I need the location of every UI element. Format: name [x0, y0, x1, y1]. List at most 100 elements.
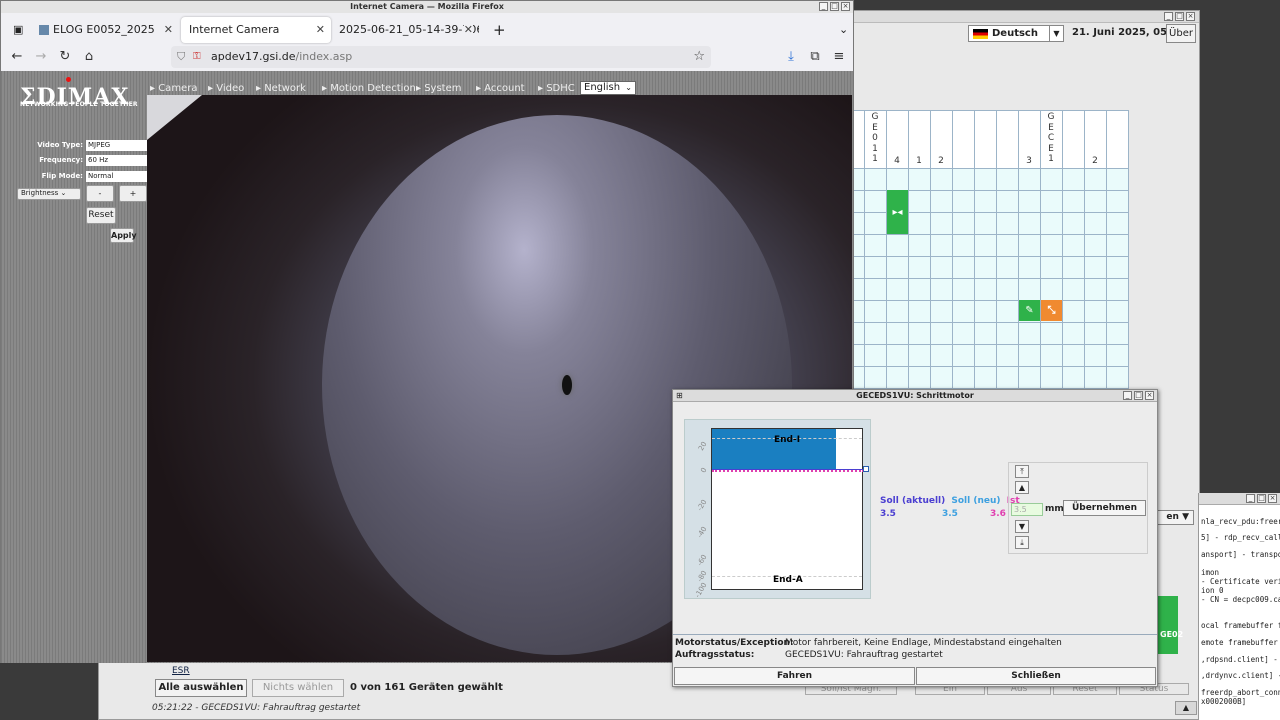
menu-sdhc[interactable]: ▸ SDHC: [538, 83, 575, 94]
dialog-menu-icon[interactable]: ⊞: [676, 391, 683, 400]
grid-column-header: 2: [938, 156, 944, 166]
green-device-panel[interactable]: GE02: [1158, 596, 1183, 654]
bookmark-star-icon[interactable]: ☆: [693, 46, 705, 68]
increase-button[interactable]: +: [119, 185, 147, 202]
grid-column-line: [974, 110, 975, 392]
soll-aktuell-label: Soll (aktuell): [880, 496, 946, 506]
flip-mode-select[interactable]: Normal: [86, 171, 148, 182]
device-status-green-icon[interactable]: ▸◂: [887, 190, 908, 234]
grid-row-line: [853, 344, 1129, 345]
maximize-icon[interactable]: □: [1134, 391, 1143, 400]
menu-account[interactable]: ▸ Account: [476, 83, 525, 94]
move-to-top-icon[interactable]: ⤒: [1015, 465, 1029, 478]
apply-button[interactable]: Apply: [110, 228, 137, 243]
scroll-up-icon[interactable]: ▲: [1175, 701, 1197, 715]
chevron-down-icon: ⌄: [625, 83, 632, 92]
extensions-icon[interactable]: ⧉: [807, 49, 823, 64]
grid-column-header: GECE1: [1047, 112, 1055, 164]
grid-column-header: 3: [1026, 156, 1032, 166]
close-icon[interactable]: ×: [1145, 391, 1154, 400]
url-bar[interactable]: ⛉ ⚿ apdev17.gsi.de/index.asp ☆: [171, 46, 711, 68]
decrease-button[interactable]: -: [86, 185, 114, 202]
about-button[interactable]: Über: [1166, 24, 1196, 43]
new-tab-icon[interactable]: +: [485, 17, 506, 43]
chevron-down-icon[interactable]: ▼: [1049, 26, 1063, 41]
terminal-line: - CN = decpc009.camp: [1201, 595, 1280, 604]
shield-icon[interactable]: ⛉: [177, 46, 185, 68]
actual-line: [712, 469, 864, 470]
close-icon[interactable]: ×: [1268, 494, 1277, 503]
language-select[interactable]: Deutsch ▼: [968, 25, 1064, 42]
video-type-select[interactable]: MJPEG: [86, 140, 148, 151]
move-to-bottom-icon[interactable]: ⤓: [1015, 536, 1029, 549]
device-edit-orange-icon[interactable]: ⤡: [1041, 300, 1062, 321]
close-button[interactable]: Schließen: [916, 667, 1156, 685]
grid-row-line: [853, 234, 1129, 235]
downloads-icon[interactable]: ⤓: [783, 49, 799, 64]
tab-elog[interactable]: ELOG E0052_2025 ✕: [31, 17, 179, 43]
menu-network[interactable]: ▸ Network: [256, 83, 306, 94]
home-icon[interactable]: ⌂: [81, 49, 97, 64]
forward-icon[interactable]: →: [33, 49, 49, 64]
reset-button[interactable]: Reset: [86, 207, 116, 224]
grid-column-line: [952, 110, 953, 392]
step-down-icon[interactable]: ▼: [1015, 520, 1029, 533]
minimize-icon[interactable]: _: [819, 2, 828, 11]
grid-column-header: 2: [1092, 156, 1098, 166]
minimize-icon[interactable]: _: [1123, 391, 1132, 400]
tab-list-icon[interactable]: ▣: [5, 17, 23, 43]
url-host: apdev17.gsi.de: [211, 50, 296, 63]
target-position-input[interactable]: 3.5: [1011, 503, 1043, 516]
terminal-line: ansport] - transport: [1201, 550, 1280, 559]
terminal-line: x0002000B]: [1201, 697, 1247, 706]
tab-image-file[interactable]: 2025-06-21_05-14-39-706.p ✕: [331, 17, 479, 43]
minimize-icon[interactable]: _: [1164, 12, 1173, 21]
close-icon[interactable]: ×: [841, 2, 850, 11]
maximize-icon[interactable]: □: [830, 2, 839, 11]
menu-icon[interactable]: ≡: [831, 49, 847, 64]
grid-row-line: [853, 300, 1129, 301]
motor-status-value: Motor fahrbereit, Keine Endlage, Mindest…: [785, 638, 1062, 648]
esr-link[interactable]: ESR: [172, 666, 190, 676]
adjust-select[interactable]: Brightness ⌄: [17, 188, 81, 200]
close-icon[interactable]: ×: [1186, 12, 1195, 21]
terminal-window: _ □ × nla_recv_pdu:freerd 5] - rdp_recv_c…: [1198, 493, 1280, 720]
soll-neu-value: 3.5: [942, 509, 958, 519]
position-marker-icon: [863, 466, 869, 472]
menu-label: System: [424, 83, 462, 94]
grid-column-line: [1084, 110, 1085, 392]
tab-internet-camera[interactable]: Internet Camera ✕: [181, 17, 331, 43]
language-value: Deutsch: [992, 28, 1038, 39]
setpoint-line: [712, 470, 864, 472]
close-tab-icon[interactable]: ✕: [463, 17, 473, 43]
minimize-icon[interactable]: _: [1246, 494, 1255, 503]
camera-language-select[interactable]: English ⌄: [580, 81, 636, 95]
menu-camera[interactable]: ▸ Camera: [150, 83, 197, 94]
frequency-select[interactable]: 60 Hz: [86, 155, 148, 166]
drive-button[interactable]: Fahren: [674, 667, 915, 685]
select-all-button[interactable]: Alle auswählen: [155, 679, 247, 697]
close-tab-icon[interactable]: ✕: [164, 17, 173, 43]
menu-system[interactable]: ▸ System: [416, 83, 462, 94]
list-all-tabs-icon[interactable]: ⌄: [831, 17, 851, 43]
insecure-lock-icon[interactable]: ⚿: [193, 46, 201, 68]
tab-strip: ▣ ELOG E0052_2025 ✕ Internet Camera ✕ 20…: [1, 13, 853, 45]
terminal-line: ocal framebuffer for: [1201, 621, 1280, 630]
menu-video[interactable]: ▸ Video: [208, 83, 244, 94]
reload-icon[interactable]: ↻: [57, 49, 73, 64]
apply-setpoint-button[interactable]: Übernehmen: [1063, 500, 1146, 516]
maximize-icon[interactable]: □: [1257, 494, 1266, 503]
step-up-icon[interactable]: ▲: [1015, 481, 1029, 494]
motor-status-row: Motorstatus/Exception:Motor fahrbereit, …: [675, 638, 1062, 648]
menu-motion-detection[interactable]: ▸ Motion Detection: [322, 83, 416, 94]
grid-column-line: [886, 110, 887, 392]
video-type-label: Video Type:: [37, 141, 83, 149]
close-tab-icon[interactable]: ✕: [316, 17, 325, 43]
maximize-icon[interactable]: □: [1175, 12, 1184, 21]
device-edit-green-icon[interactable]: ✎: [1019, 300, 1040, 321]
select-none-button[interactable]: Nichts wählen: [252, 679, 344, 697]
flip-mode-label: Flip Mode:: [41, 172, 83, 180]
menu-label: Motion Detection: [330, 83, 416, 94]
back-icon[interactable]: ←: [9, 49, 25, 64]
green-device-label: GE02: [1160, 630, 1184, 639]
